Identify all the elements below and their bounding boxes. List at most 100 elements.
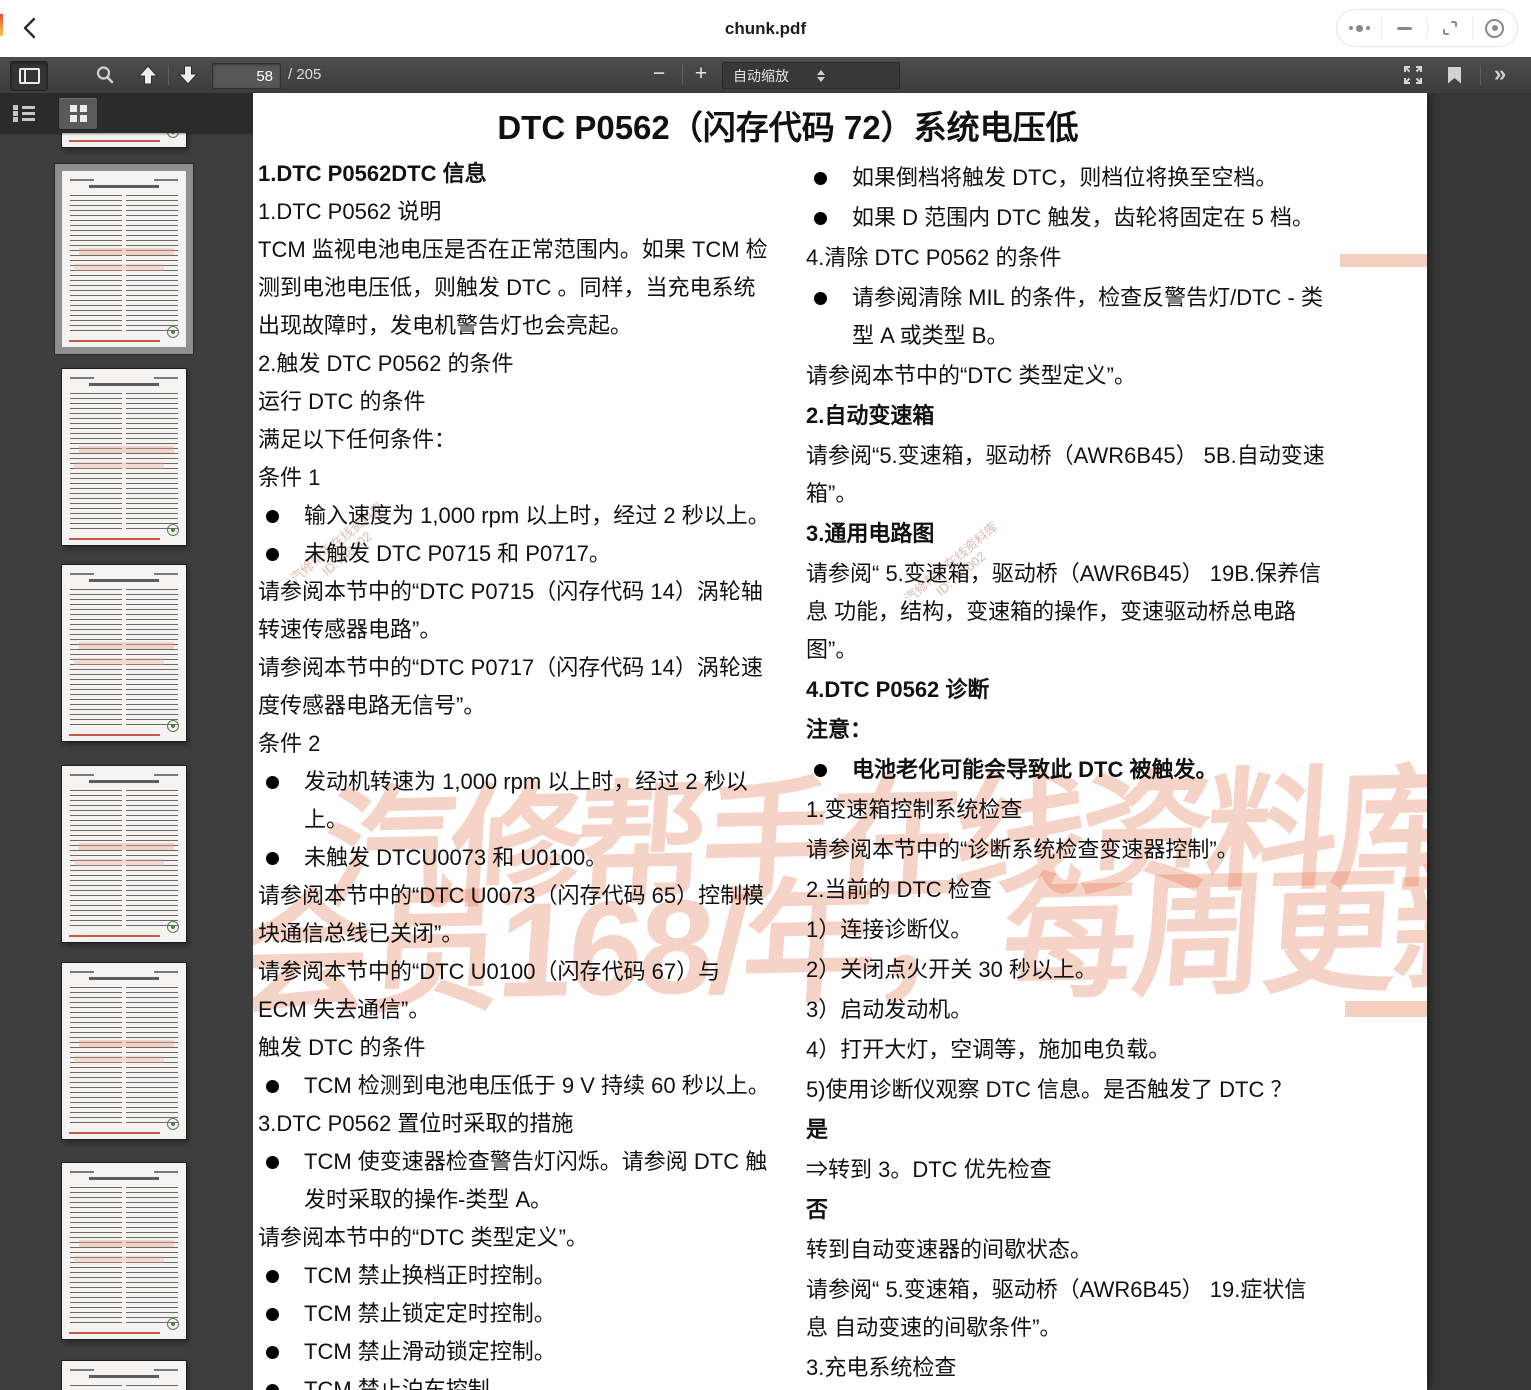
- paragraph: 2.当前的 DTC 检查: [806, 871, 1328, 909]
- bullet-item: TCM 禁止换档正时控制。: [258, 1257, 775, 1295]
- search-button[interactable]: [94, 57, 116, 93]
- paragraph: 注意：: [806, 711, 1328, 749]
- paragraph: 请参阅“ 5.变速箱，驱动桥（AWR6B45） 19B.保养信息 功能，结构，变…: [806, 555, 1328, 669]
- paragraph: 是: [806, 1111, 1328, 1149]
- paragraph: 转到自动变速器的间歇状态。: [806, 1231, 1328, 1269]
- paragraph: 4.清除 DTC P0562 的条件: [806, 239, 1328, 277]
- paragraph: 请参阅本节中的“DTC 类型定义”。: [806, 357, 1328, 395]
- bullet-item: TCM 使变速器检查警告灯闪烁。请参阅 DTC 触发时采取的操作-类型 A。: [258, 1143, 775, 1219]
- paragraph: 3.DTC P0562 置位时采取的措施: [258, 1105, 775, 1143]
- paragraph: 请参阅“5.变速箱，驱动桥（AWR6B45） 5B.自动变速箱”。: [806, 437, 1328, 513]
- page-thumbnail[interactable]: [62, 369, 186, 545]
- window-controls: [1336, 9, 1518, 47]
- outline-icon: [22, 106, 35, 109]
- bullet-item: TCM 检测到电池电压低于 9 V 持续 60 秒以上。: [258, 1067, 775, 1105]
- divider: [1480, 65, 1481, 85]
- focus-mode-button[interactable]: [1473, 10, 1517, 46]
- paragraph: 请参阅本节中的“DTC U0100（闪存代码 67）与 ECM 失去通信”。: [258, 953, 775, 1029]
- bullet-item: 电池老化可能会导致此 DTC 被触发。: [806, 751, 1328, 789]
- arrow-up-icon: [136, 64, 160, 86]
- sidebar-view-header: [0, 93, 253, 133]
- bullet-item: TCM 禁止滑动锁定控制。: [258, 1333, 775, 1371]
- sidebar-icon: [19, 68, 40, 84]
- page-thumbnail-selected[interactable]: [62, 171, 186, 347]
- previous-page-button[interactable]: [136, 57, 160, 93]
- paragraph: 3.充电系统检查: [806, 1349, 1328, 1387]
- page-thumbnail[interactable]: [62, 963, 186, 1139]
- paragraph: 请参阅本节中的“DTC P0715（闪存代码 14）涡轮轴转速传感器电路”。: [258, 573, 775, 649]
- zoom-level-select[interactable]: 自动缩放: [722, 62, 900, 89]
- paragraph: 3）启动发动机。: [806, 991, 1328, 1029]
- paragraph: 运行 DTC 的条件: [258, 383, 775, 421]
- window-titlebar: chunk.pdf: [0, 0, 1531, 57]
- paragraph: 4）打开大灯，空调等，施加电负载。: [806, 1031, 1328, 1069]
- paragraph: 2.触发 DTC P0562 的条件: [258, 345, 775, 383]
- page-thumbnail[interactable]: [62, 766, 186, 942]
- paragraph: 5)使用诊断仪观察 DTC 信息。是否触发了 DTC ？: [806, 1071, 1328, 1109]
- bullet-item: 发动机转速为 1,000 rpm 以上时，经过 2 秒以上。: [258, 763, 775, 839]
- paragraph: ⇒转到 3。DTC 优先检查: [806, 1151, 1328, 1189]
- bullet-item: TCM 禁止锁定定时控制。: [258, 1295, 775, 1333]
- thumbnail-sidebar: [0, 93, 253, 1390]
- paragraph: 请参阅本节中的“DTC U0073（闪存代码 65）控制模块通信总线已关闭”。: [258, 877, 775, 953]
- bullet-item: 未触发 DTCU0073 和 U0100。: [258, 839, 775, 877]
- presentation-mode-button[interactable]: [1402, 57, 1424, 93]
- select-spinner-icon: [807, 70, 891, 82]
- bookmark-icon: [1448, 67, 1461, 84]
- page-column-right: 如果倒档将触发 DTC，则档位将换至空档。如果 D 范围内 DTC 触发，齿轮将…: [806, 159, 1328, 1390]
- paragraph: 请参阅本节中的“诊断系统检查变速器控制”。: [806, 831, 1328, 869]
- page-thumbnail[interactable]: [62, 1361, 186, 1390]
- more-options-button[interactable]: [1337, 10, 1381, 46]
- target-icon: [1485, 19, 1504, 38]
- restore-window-button[interactable]: [1428, 10, 1472, 46]
- toggle-sidebar-button[interactable]: [10, 61, 48, 91]
- bullet-item: 请参阅清除 MIL 的条件，检查反警告灯/DTC - 类型 A 或类型 B。: [806, 279, 1328, 355]
- zoom-out-button[interactable]: −: [646, 57, 672, 93]
- paragraph: 请参阅本节中的“DTC P0717（闪存代码 14）涡轮速度传感器电路无信号”。: [258, 649, 775, 725]
- outline-view-button[interactable]: [12, 100, 44, 127]
- pdf-page: 汽修帮手在线资料库 会员168/年，每周更新车型 汽修帮手在线资料库 ID:74…: [253, 93, 1427, 1390]
- paragraph: 1.DTC P0562 说明: [258, 193, 775, 231]
- paragraph: 1）连接诊断仪。: [806, 911, 1328, 949]
- paragraph: 满足以下任何条件：: [258, 421, 775, 459]
- paragraph: 否: [806, 1191, 1328, 1229]
- bullet-item: 如果倒档将触发 DTC，则档位将换至空档。: [806, 159, 1328, 197]
- minimize-icon: [1397, 27, 1412, 30]
- paragraph: 触发 DTC 的条件: [258, 1029, 775, 1067]
- divider: [682, 65, 683, 85]
- thumbnail-view-button[interactable]: [58, 97, 98, 130]
- arrow-down-icon: [176, 64, 200, 86]
- paragraph: 请参阅本节中的“DTC 类型定义”。: [258, 1219, 775, 1257]
- more-tools-button[interactable]: »: [1494, 57, 1506, 93]
- fullscreen-icon: [1402, 64, 1424, 86]
- page-thumbnail[interactable]: [62, 1163, 186, 1339]
- page-thumbnail[interactable]: [62, 565, 186, 741]
- zoom-in-button[interactable]: +: [688, 57, 714, 93]
- three-dots-icon: [1349, 25, 1370, 32]
- page-number-input[interactable]: [212, 63, 281, 89]
- bullet-item: TCM 禁止泊车控制。: [258, 1371, 775, 1390]
- restore-icon: [1441, 19, 1459, 37]
- paragraph: 3.通用电路图: [806, 515, 1328, 553]
- divider: [168, 65, 169, 85]
- search-icon: [94, 64, 116, 86]
- watermark-fragment: [1340, 254, 1427, 267]
- paragraph: TCM 监视电池电压是否在正常范围内。如果 TCM 检测到电池电压低，则触发 D…: [258, 231, 775, 345]
- pdf-toolbar: / 205 − + 自动缩放 »: [0, 57, 1531, 94]
- bullet-item: 如果 D 范围内 DTC 触发，齿轮将固定在 5 档。: [806, 199, 1328, 237]
- bookmark-button[interactable]: [1448, 57, 1461, 93]
- minimize-button[interactable]: [1382, 10, 1426, 46]
- pdf-viewer-area[interactable]: 汽修帮手在线资料库 会员168/年，每周更新车型 汽修帮手在线资料库 ID:74…: [253, 93, 1531, 1390]
- paragraph: 1.变速箱控制系统检查: [806, 791, 1328, 829]
- paragraph: 2.自动变速箱: [806, 397, 1328, 435]
- paragraph: 请参阅“ 5.变速箱，驱动桥（AWR6B45） 19.症状信息 自动变速的间歇条…: [806, 1271, 1328, 1347]
- page-column-left: 1.DTC P0562DTC 信息1.DTC P0562 说明TCM 监视电池电…: [258, 155, 775, 1390]
- paragraph: 条件 2: [258, 725, 775, 763]
- watermark-fragment: [1345, 1001, 1427, 1017]
- document-title: chunk.pdf: [0, 0, 1531, 57]
- bullet-item: 输入速度为 1,000 rpm 以上时，经过 2 秒以上。: [258, 497, 775, 535]
- zoom-level-value: 自动缩放: [723, 66, 807, 86]
- paragraph: 1.DTC P0562DTC 信息: [258, 155, 775, 193]
- paragraph: 4.DTC P0562 诊断: [806, 671, 1328, 709]
- next-page-button[interactable]: [176, 57, 200, 93]
